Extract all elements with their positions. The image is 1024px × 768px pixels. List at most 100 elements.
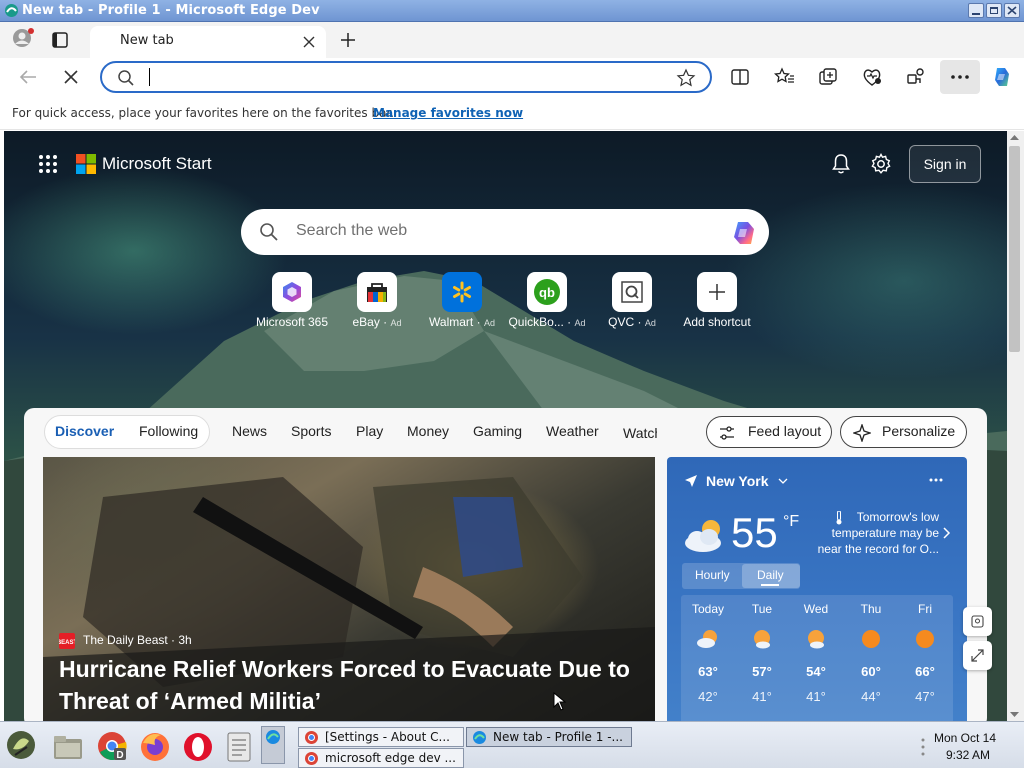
- manage-favorites-link[interactable]: Manage favorites now: [373, 106, 523, 120]
- more-options-icon[interactable]: [929, 478, 943, 482]
- svg-text:BEAST: BEAST: [59, 640, 75, 646]
- favorites-icon[interactable]: [768, 61, 800, 93]
- tab-watch-clip: Watch: [623, 423, 657, 442]
- window-title-bar[interactable]: New tab - Profile 1 - Microsoft Edge Dev: [0, 0, 1024, 22]
- scroll-up-arrow-icon[interactable]: [1009, 133, 1020, 142]
- tab-actions-button[interactable]: [48, 28, 72, 52]
- scrollbar-thumb[interactable]: [1009, 146, 1020, 352]
- settings-and-more-button[interactable]: [940, 60, 980, 94]
- taskbar-item-settings[interactable]: [Settings - About C...: [298, 727, 464, 747]
- shortcut-label: eBay: [352, 315, 380, 329]
- file-manager-icon[interactable]: [52, 733, 84, 761]
- microsoft-365-icon: [283, 282, 301, 302]
- favorites-bar: For quick access, place your favorites h…: [0, 98, 1024, 130]
- tab-news[interactable]: News: [232, 423, 267, 439]
- day-low: 44°: [861, 689, 881, 704]
- close-window-button[interactable]: [1004, 3, 1020, 18]
- add-shortcut-button[interactable]: Add shortcut: [672, 272, 762, 332]
- tab-gaming[interactable]: Gaming: [473, 423, 522, 439]
- clock-time[interactable]: 9:32 AM: [946, 748, 990, 762]
- feed-layout-button[interactable]: Feed layout: [706, 416, 832, 448]
- partly-cloudy-icon: [685, 520, 721, 552]
- quickbooks-icon: qb: [534, 279, 560, 305]
- tab-money[interactable]: Money: [407, 423, 449, 439]
- split-screen-icon[interactable]: [724, 61, 756, 93]
- tab-play[interactable]: Play: [356, 423, 383, 439]
- walmart-spark-icon: [453, 281, 471, 303]
- day-low: 41°: [752, 689, 772, 704]
- personalize-button[interactable]: Personalize: [840, 416, 967, 448]
- tab-new-tab[interactable]: New tab: [90, 26, 326, 58]
- tab-discover[interactable]: Discover: [55, 423, 114, 439]
- ad-badge: Ad: [644, 318, 656, 328]
- tab-hourly[interactable]: Hourly: [695, 568, 730, 582]
- scroll-down-arrow-icon[interactable]: [1009, 710, 1020, 719]
- page-settings-gear-icon[interactable]: [869, 152, 893, 176]
- shortcut-microsoft-365[interactable]: Microsoft 365: [247, 272, 337, 332]
- weather-card[interactable]: New York 55 °F Tomorrow's low temperatur…: [667, 457, 967, 727]
- shortcut-quickbooks[interactable]: qb QuickBo... · Ad: [502, 272, 592, 332]
- hero-article-card[interactable]: BEAST The Daily Beast · 3h Hurricane Rel…: [43, 457, 655, 727]
- mostly-sunny-icon: [754, 630, 770, 649]
- address-input[interactable]: [146, 67, 666, 87]
- firefox-icon[interactable]: [139, 731, 171, 763]
- side-button-upper[interactable]: [963, 607, 992, 636]
- extensions-icon[interactable]: [900, 61, 932, 93]
- minimize-button[interactable]: [968, 3, 984, 18]
- qvc-icon: [621, 281, 643, 303]
- notifications-bell-icon[interactable]: [829, 152, 853, 176]
- edge-group-button[interactable]: [261, 726, 285, 764]
- copilot-icon[interactable]: [990, 65, 1014, 89]
- ebay-bag-icon: [367, 283, 387, 302]
- address-bar[interactable]: [100, 61, 712, 93]
- shortcut-ebay[interactable]: eBay · Ad: [332, 272, 422, 332]
- favorite-star-icon[interactable]: [676, 68, 696, 88]
- forecast-day-wed[interactable]: Wed 54° 41°: [789, 602, 843, 704]
- chevron-right-icon[interactable]: [943, 527, 951, 539]
- tab-watch[interactable]: Watch: [623, 425, 657, 441]
- stop-loading-icon[interactable]: [62, 68, 80, 86]
- day-high: 60°: [861, 664, 881, 679]
- app-launcher-icon[interactable]: [38, 154, 58, 174]
- weather-location[interactable]: New York: [706, 473, 769, 489]
- side-button-lower[interactable]: [963, 641, 992, 670]
- back-arrow-icon[interactable]: [16, 66, 40, 88]
- tab-label: New tab: [120, 33, 174, 48]
- opera-icon[interactable]: [182, 731, 214, 763]
- forecast-day-tue[interactable]: Tue 57° 41°: [735, 602, 789, 704]
- profile-button[interactable]: [10, 28, 38, 52]
- tab-weather[interactable]: Weather: [546, 423, 599, 439]
- collections-icon[interactable]: [812, 61, 844, 93]
- shortcut-qvc[interactable]: QVC · Ad: [587, 272, 677, 332]
- day-name: Thu: [860, 602, 882, 616]
- text-cursor: [149, 68, 150, 86]
- text-editor-icon[interactable]: [226, 731, 252, 763]
- web-search-box[interactable]: Search the web: [241, 209, 769, 255]
- taskbar-item-new-tab-active[interactable]: New tab - Profile 1 -...: [466, 727, 632, 747]
- tab-sports[interactable]: Sports: [291, 423, 331, 439]
- microsoft-logo-icon: [76, 154, 96, 174]
- svg-text:qb: qb: [539, 285, 555, 300]
- clock-date[interactable]: Mon Oct 14: [934, 731, 996, 745]
- new-tab-plus-icon[interactable]: [338, 30, 358, 50]
- close-tab-icon[interactable]: [302, 35, 316, 49]
- forecast-day-today[interactable]: Today 63° 42°: [681, 602, 735, 704]
- start-menu-icon[interactable]: [5, 729, 37, 761]
- temperature-unit[interactable]: °F: [783, 513, 799, 531]
- tab-daily[interactable]: Daily: [757, 568, 784, 582]
- ad-badge: Ad: [483, 318, 495, 328]
- shortcut-walmart[interactable]: Walmart · Ad: [417, 272, 507, 332]
- partly-cloudy-icon: [697, 630, 717, 648]
- maximize-button[interactable]: [986, 3, 1002, 18]
- forecast-day-thu[interactable]: Thu 60° 44°: [844, 602, 898, 704]
- browser-essentials-icon[interactable]: [856, 61, 888, 93]
- weather-alert-text[interactable]: Tomorrow's low temperature may be near t…: [805, 509, 939, 557]
- forecast-day-fri[interactable]: Fri 66° 47°: [898, 602, 952, 704]
- mostly-sunny-icon: [808, 630, 824, 649]
- chrome-dev-icon[interactable]: D: [96, 730, 128, 762]
- chevron-down-icon[interactable]: [778, 478, 788, 484]
- sign-in-button[interactable]: Sign in: [909, 145, 981, 183]
- taskbar-item-search[interactable]: microsoft edge dev ...: [298, 748, 464, 768]
- copilot-search-icon[interactable]: [729, 219, 759, 247]
- tab-following[interactable]: Following: [139, 423, 198, 439]
